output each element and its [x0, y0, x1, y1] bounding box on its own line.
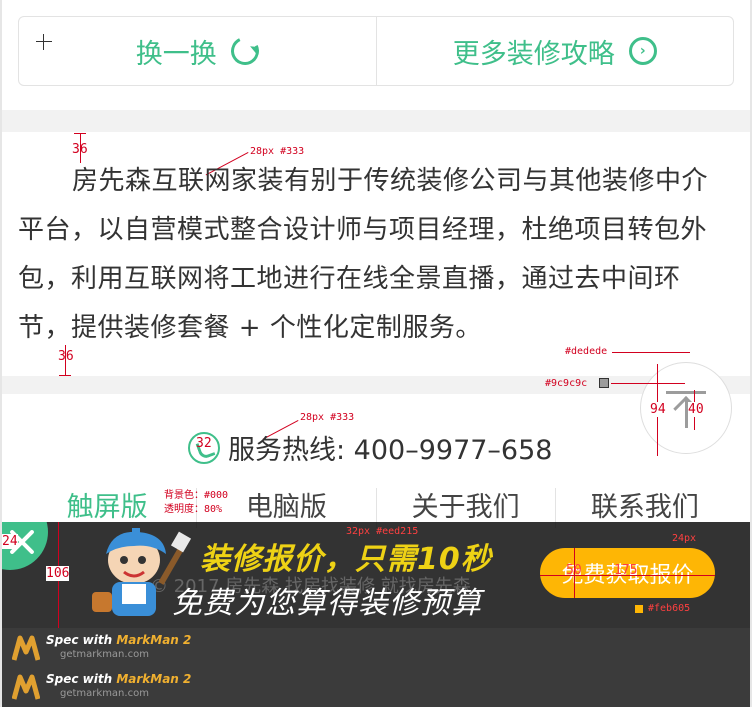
markman-title: Spec with MarkMan 2	[46, 672, 192, 686]
ann-headline-note: 32px #eed215	[346, 526, 419, 537]
color-swatch-gray	[599, 378, 609, 388]
ann-icon-size: 32	[196, 436, 212, 451]
service-hotline[interactable]: 服务热线: 400–9977–658	[188, 428, 552, 467]
section-divider	[2, 376, 750, 394]
more-guides-button[interactable]: 更多装修攻略 ›	[375, 17, 734, 85]
more-guides-label: 更多装修攻略	[452, 38, 615, 70]
markman-title: Spec with MarkMan 2	[46, 633, 192, 647]
ann-radius-note: 24px	[672, 533, 697, 544]
ann-font-note-2: 28px #333	[300, 412, 355, 423]
arrow-right-circle-icon: ›	[628, 37, 657, 65]
ann-close-size: 24	[2, 534, 18, 549]
ann-pointer	[611, 383, 685, 384]
color-swatch-orange	[634, 604, 644, 614]
ann-glyph-size: 40	[688, 402, 704, 417]
ann-glyph-color: #9c9c9c	[545, 378, 588, 389]
top-button-group: 换一换 更多装修攻略 ›	[18, 16, 734, 86]
ann-pointer	[612, 352, 690, 353]
ann-banner-height: 106	[46, 566, 70, 581]
banner-subline: 免费为您算得装修预算	[172, 586, 482, 621]
hotline-label: 服务热线: 400–9977–658	[228, 435, 553, 466]
intro-paragraph: 房先森互联网家装有别于传统装修公司与其他装修中介平台，以自营模式整合设计师与项目…	[18, 166, 709, 343]
section-divider	[2, 110, 750, 132]
ann-opacity: 透明度：80%	[164, 504, 223, 515]
ann-cta-height: 50	[566, 563, 582, 578]
markman-watermark: Spec with MarkMan 2 getmarkman.com	[2, 628, 750, 668]
ann-cta-width: 175	[614, 563, 638, 578]
refresh-icon	[226, 33, 263, 69]
ann-gap-top: 36	[72, 142, 88, 157]
ann-gap-bottom: 36	[58, 349, 74, 364]
ann-bg-color: 背景色：#000	[164, 490, 229, 501]
markman-watermark: Spec with MarkMan 2 getmarkman.com	[2, 667, 750, 707]
markman-logo-icon	[12, 674, 40, 700]
ann-cta-color: #feb605	[648, 603, 691, 614]
shuffle-label: 换一换	[135, 38, 217, 70]
ann-font-note-1: 28px #333	[250, 146, 305, 157]
markman-site: getmarkman.com	[60, 649, 149, 660]
ann-border-color: #dedede	[565, 346, 608, 357]
markman-site: getmarkman.com	[60, 688, 149, 699]
crosshair-cursor-icon	[36, 34, 52, 50]
shuffle-button[interactable]: 换一换	[19, 17, 376, 85]
markman-logo-icon	[12, 635, 40, 661]
banner-headline: 装修报价，只需10秒	[200, 542, 492, 577]
ann-circle-size: 94	[650, 402, 666, 417]
